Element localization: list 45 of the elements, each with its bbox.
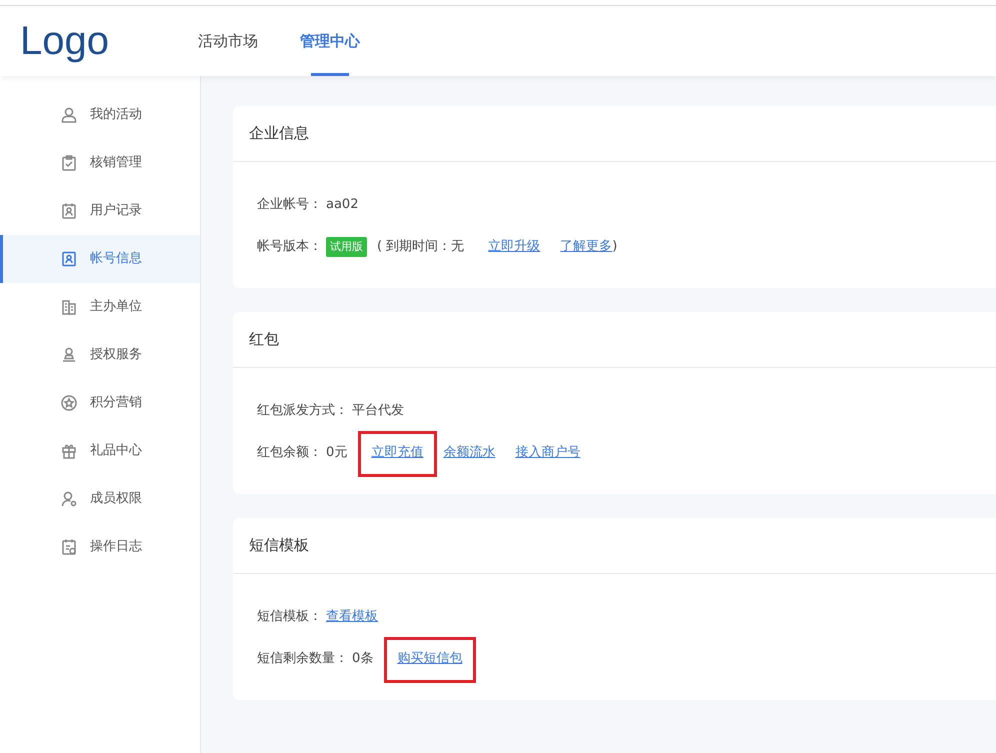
link[interactable]: 接入商户号: [515, 443, 580, 463]
sidebar-item[interactable]: 积分营销: [0, 379, 200, 427]
field-label: 短信剩余数量：: [257, 650, 348, 668]
field-value: 平台代发: [352, 402, 404, 420]
sidebar-item[interactable]: 礼品中心: [0, 427, 200, 475]
sidebar-item[interactable]: 帐号信息: [0, 235, 200, 283]
field-label: 短信模板：: [257, 608, 322, 626]
link[interactable]: 立即升级: [488, 237, 540, 257]
panel-title: 红包: [233, 312, 996, 368]
star-badge-icon: [60, 394, 78, 412]
plan-badge: 试用版: [326, 236, 367, 258]
sidebar-item[interactable]: 成员权限: [0, 475, 200, 523]
field-label: 企业帐号：: [257, 196, 322, 214]
sidebar-item[interactable]: 核销管理: [0, 139, 200, 187]
field-value: 0元: [326, 444, 348, 462]
field-value: ): [612, 238, 618, 256]
nav-tab[interactable]: 活动市场: [197, 6, 259, 76]
id-card-icon: [60, 250, 78, 268]
clipboard-check-icon: [60, 154, 78, 172]
field-value: ( 到期时间：无: [377, 238, 464, 256]
link[interactable]: 了解更多: [560, 237, 612, 257]
building-icon: [60, 298, 78, 316]
gift-icon: [60, 442, 78, 460]
sidebar-item[interactable]: 我的活动: [0, 91, 200, 139]
field-label: 帐号版本：: [257, 238, 322, 256]
link[interactable]: 余额流水: [443, 443, 496, 463]
link[interactable]: 购买短信包: [397, 651, 462, 666]
calendar-icon: [60, 538, 78, 556]
panel-title: 企业信息: [233, 106, 996, 162]
link[interactable]: 查看模板: [326, 607, 378, 627]
sidebar-item[interactable]: 用户记录: [0, 187, 200, 235]
logo: Logo: [19, 18, 110, 65]
person-icon: [60, 106, 78, 124]
field-value: aa02: [326, 196, 358, 214]
stamp-icon: [60, 346, 78, 364]
sidebar-item[interactable]: 授权服务: [0, 331, 200, 379]
link[interactable]: 立即充值: [371, 445, 424, 460]
nav-tab[interactable]: 管理中心: [299, 6, 361, 76]
field-label: 红包派发方式：: [257, 402, 348, 420]
sidebar-item[interactable]: 主办单位: [0, 283, 200, 331]
panel-title: 短信模板: [233, 518, 996, 574]
id-card-icon: [60, 202, 78, 220]
field-value: 0条: [352, 650, 374, 668]
field-label: 红包余额：: [257, 444, 322, 462]
sidebar-item[interactable]: 操作日志: [0, 523, 200, 571]
